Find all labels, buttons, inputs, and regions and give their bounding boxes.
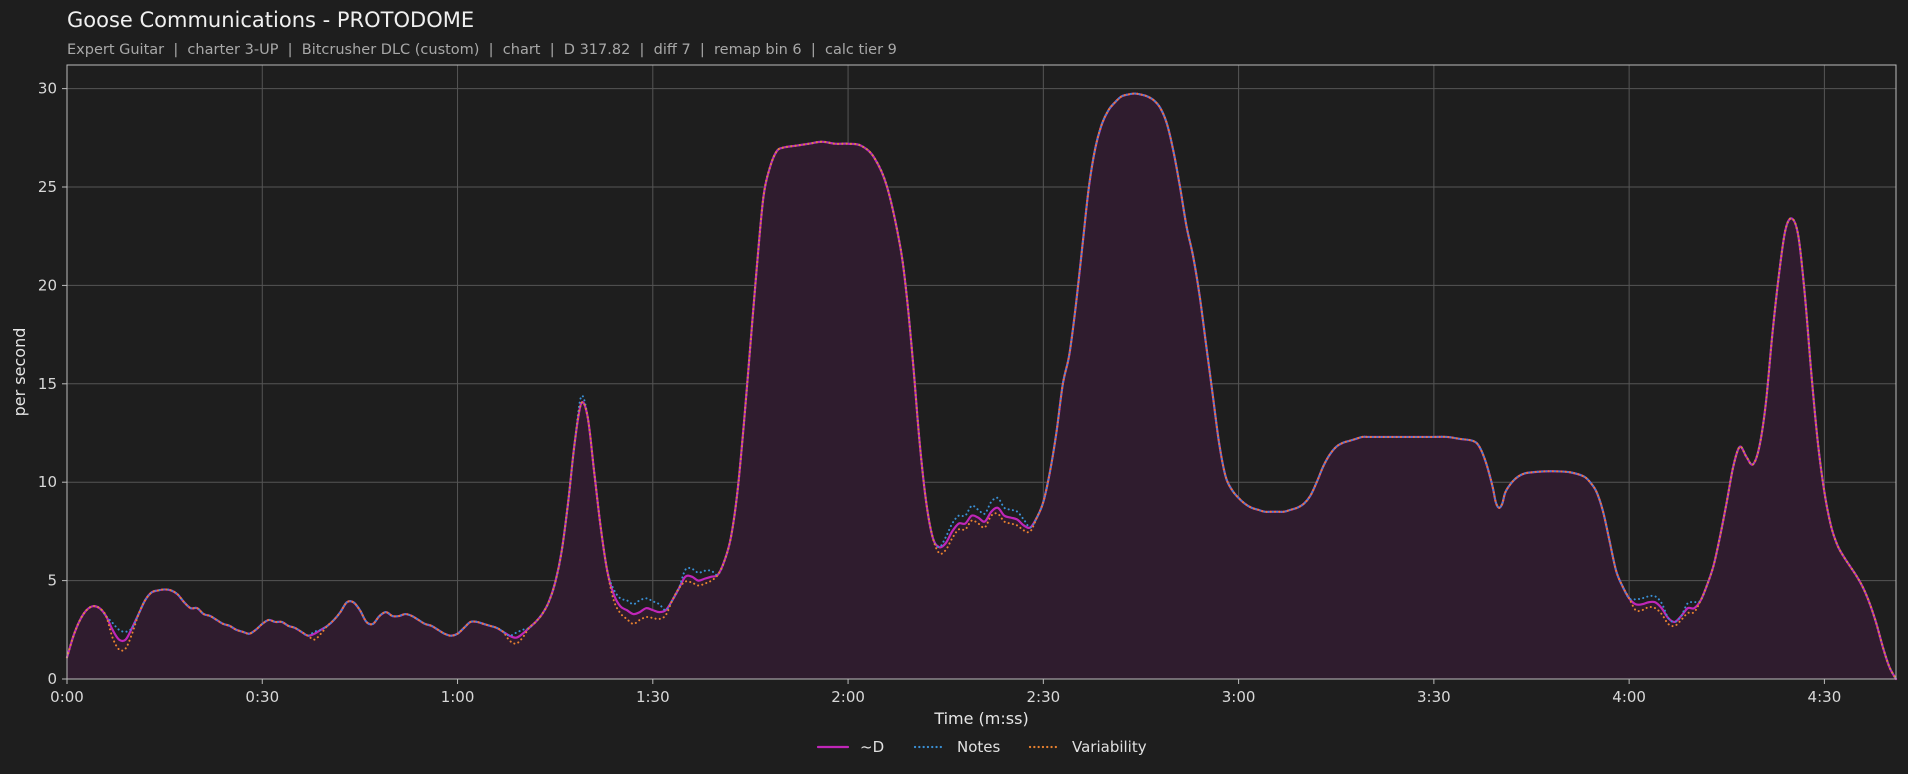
- x-tick-label: 4:30: [1808, 688, 1842, 706]
- x-tick-label: 4:00: [1612, 688, 1646, 706]
- y-tick-label: 20: [38, 276, 57, 294]
- chart-svg: Goose Communications - PROTODOME Expert …: [10, 8, 1898, 756]
- chart-figure: Goose Communications - PROTODOME Expert …: [0, 0, 1908, 774]
- x-tick-label: 3:00: [1222, 688, 1256, 706]
- x-tick-label: 0:30: [245, 688, 279, 706]
- area-fill: [67, 93, 1896, 680]
- y-tick-label: 5: [47, 572, 57, 590]
- y-tick-label: 10: [38, 473, 57, 491]
- y-tick-label: 0: [47, 670, 57, 688]
- y-axis-label: per second: [10, 328, 29, 417]
- x-tick-label: 1:30: [636, 688, 670, 706]
- x-tick-label: 0:00: [50, 688, 84, 706]
- y-tick-label: 30: [38, 80, 57, 98]
- x-tick-label: 2:00: [831, 688, 865, 706]
- x-axis-label: Time (m:ss): [933, 709, 1028, 728]
- chart-subtitle: Expert Guitar | charter 3-UP | Bitcrushe…: [67, 42, 897, 58]
- x-tick-label: 2:30: [1026, 688, 1060, 706]
- chart-title: Goose Communications - PROTODOME: [67, 8, 474, 32]
- legend-label: ~D: [860, 738, 884, 756]
- y-tick-label: 25: [38, 178, 57, 196]
- legend: ~D Notes Variability: [816, 738, 1147, 756]
- legend-label: Variability: [1072, 738, 1147, 756]
- x-tick-label: 3:30: [1417, 688, 1451, 706]
- y-tick-label: 15: [38, 375, 57, 393]
- x-tick-label: 1:00: [441, 688, 475, 706]
- legend-label: Notes: [957, 738, 1001, 756]
